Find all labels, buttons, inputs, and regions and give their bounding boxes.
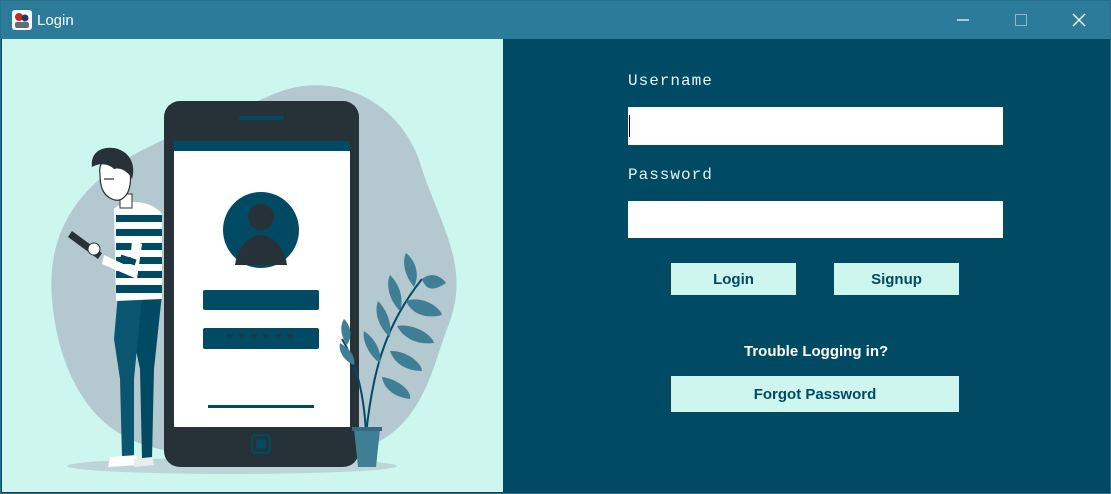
minimize-icon: [957, 19, 969, 21]
text-caret: [629, 115, 630, 137]
username-input[interactable]: [628, 107, 1003, 145]
close-icon: [1072, 13, 1086, 27]
username-label: Username: [628, 72, 713, 90]
login-window: Login ****** Username Password Login Sig…: [0, 0, 1111, 494]
password-input[interactable]: [628, 201, 1003, 238]
title-bar[interactable]: Login: [1, 1, 1110, 39]
signup-button[interactable]: Signup: [834, 263, 959, 295]
password-label: Password: [628, 166, 713, 184]
forgot-password-button[interactable]: Forgot Password: [671, 376, 959, 412]
illustration-panel: ******: [2, 39, 503, 492]
close-button[interactable]: [1050, 1, 1108, 39]
window-title: Login: [37, 12, 74, 29]
login-button[interactable]: Login: [671, 263, 796, 295]
login-form-panel: Username Password Login Signup Trouble L…: [503, 39, 1110, 492]
smartphone: ******: [164, 101, 359, 467]
app-icon: [12, 10, 32, 30]
minimize-button[interactable]: [934, 1, 992, 39]
maximize-icon: [1015, 14, 1027, 26]
maximize-button[interactable]: [992, 1, 1050, 39]
login-illustration: ******: [51, 85, 457, 474]
trouble-logging-text: Trouble Logging in?: [744, 343, 889, 360]
masked-password: ******: [224, 332, 297, 351]
